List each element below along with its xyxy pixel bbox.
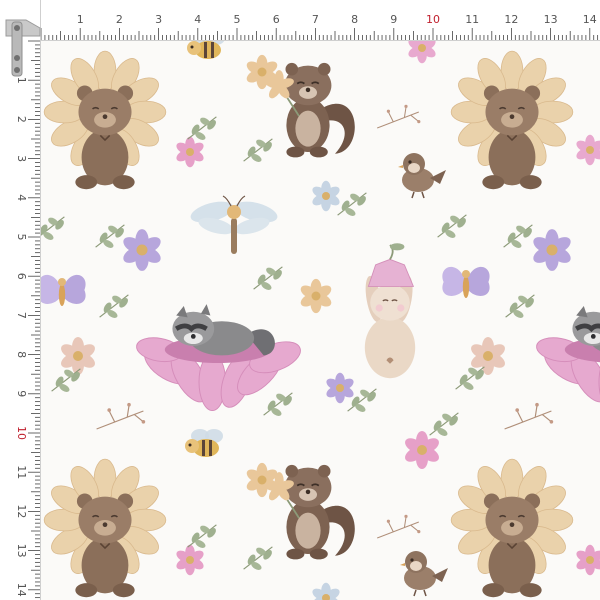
leaf-sprig-icon (455, 365, 487, 393)
ruler-top-label: 9 (390, 13, 397, 26)
leaf-sprig-icon (505, 293, 537, 321)
ruler-left-label: 14 (15, 583, 28, 597)
twig-icon (376, 104, 421, 129)
butterfly-icon (442, 266, 490, 298)
sunflower-bear-icon (450, 458, 574, 598)
flower-icon (310, 180, 342, 212)
bird-icon (397, 152, 447, 199)
leaf-sprig-icon (263, 391, 295, 419)
ruler-top-label: 2 (116, 13, 123, 26)
leaf-sprig-icon (50, 367, 83, 395)
ruler-left-label: 4 (15, 194, 28, 201)
twig-icon (504, 402, 554, 430)
flower-icon (574, 134, 600, 166)
ruler-left-label: 7 (15, 312, 28, 319)
ruler-top-label: 3 (155, 13, 162, 26)
ruler-top-label: 1 (77, 13, 84, 26)
leaf-sprig-icon (243, 137, 275, 165)
flower-icon (406, 41, 438, 64)
flower-icon (574, 544, 600, 576)
ruler-left-label: 6 (15, 273, 28, 280)
leaf-sprig-icon (41, 215, 67, 243)
twig-icon (376, 514, 421, 539)
bee-icon (187, 41, 225, 59)
ruler-clip-icon (0, 0, 41, 77)
squirrel-icon (262, 463, 356, 561)
ruler-top-label: 6 (273, 13, 280, 26)
sunflower-bear-icon (43, 458, 167, 598)
leaf-sprig-icon (94, 223, 127, 251)
flower-icon (174, 136, 206, 168)
leaf-sprig-icon (253, 265, 285, 293)
ruler-top-label: 4 (194, 13, 201, 26)
ruler-top-label: 12 (504, 13, 518, 26)
flower-icon (324, 372, 356, 404)
twig-icon (96, 402, 146, 430)
ruler-left-label: 12 (15, 504, 28, 518)
ruler-top-label: 14 (583, 13, 597, 26)
bee-icon (185, 429, 223, 457)
leaf-sprig-icon (503, 223, 535, 251)
raccoon-on-flower-icon (535, 304, 600, 411)
sunflower-bear-icon (450, 50, 574, 191)
flower-icon (310, 582, 342, 600)
ruler-left-label: 8 (15, 351, 28, 358)
ruler-left-label: 11 (15, 465, 28, 479)
squirrel-icon (262, 61, 356, 159)
ruler-left-label: 13 (15, 544, 28, 558)
ruler-top-label: 5 (234, 13, 241, 26)
ruler-top-label: 13 (544, 13, 558, 26)
ruler-left-label: 9 (15, 390, 28, 397)
ruler-top-label: 10 (426, 13, 440, 26)
fabric-pattern (41, 41, 600, 600)
flower-icon (120, 229, 164, 271)
ruler-left: 1234567891011121314 (0, 0, 41, 600)
leaf-sprig-icon (337, 191, 369, 219)
leaf-sprig-icon (429, 411, 461, 439)
flower-icon (58, 337, 98, 375)
sunflower-bear-icon (43, 50, 167, 191)
flower-icon (402, 431, 442, 469)
ruler-top-label: 7 (312, 13, 319, 26)
butterfly-icon (41, 274, 86, 306)
dragonfly-icon (187, 195, 281, 255)
leaf-sprig-icon (243, 545, 275, 573)
flower-icon (174, 544, 206, 576)
ruler-top: 01234567891011121314 (0, 0, 600, 41)
ruler-left-label: 10 (15, 426, 28, 440)
leaf-sprig-icon (437, 213, 469, 241)
ruler-left-label: 2 (15, 116, 28, 123)
flower-icon (530, 229, 574, 271)
ruler-top-label: 8 (351, 13, 358, 26)
pattern-svg (41, 41, 600, 600)
ruler-top-label: 11 (465, 13, 479, 26)
flower-icon (298, 278, 334, 314)
bunny-with-flower-hat-icon (361, 242, 417, 380)
ruler-left-label: 5 (15, 234, 28, 241)
bird-icon (399, 550, 449, 597)
leaf-sprig-icon (98, 293, 131, 321)
ruler-left-label: 3 (15, 155, 28, 162)
